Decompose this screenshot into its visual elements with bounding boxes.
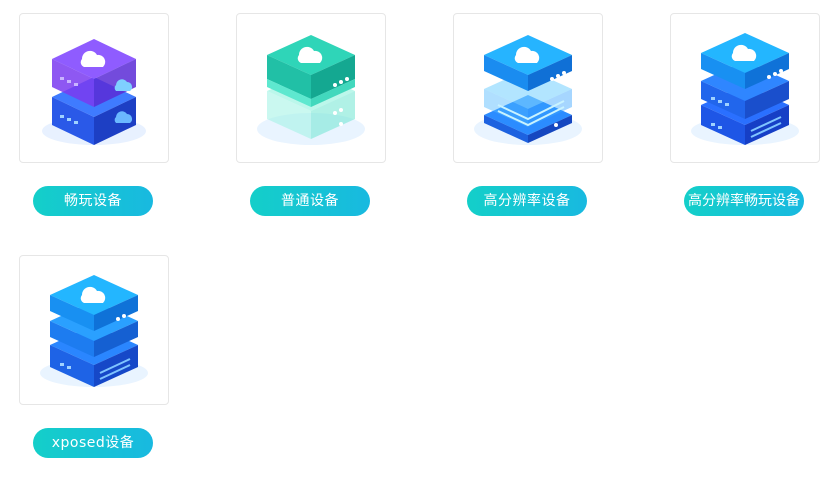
device-type-grid: 畅玩设备 普通设备 高分辨率设备 高分辨率畅玩设备 xposed设备 [0, 0, 840, 482]
device-label-normal[interactable]: 普通设备 [250, 186, 370, 216]
device-label-highres[interactable]: 高分辨率设备 [467, 186, 587, 216]
device-label-xposed[interactable]: xposed设备 [33, 428, 153, 458]
server-cube-purple-icon [42, 39, 146, 145]
server-cube-teal-icon [257, 35, 365, 145]
device-card-play[interactable] [19, 13, 169, 163]
device-card-highres-play[interactable] [670, 13, 820, 163]
device-card-xposed[interactable] [19, 255, 169, 405]
device-card-normal[interactable] [236, 13, 386, 163]
server-cube-highres-play-icon [691, 33, 799, 145]
device-label-highres-play[interactable]: 高分辨率畅玩设备 [684, 186, 804, 216]
device-label-play[interactable]: 畅玩设备 [33, 186, 153, 216]
server-cube-highres-icon [474, 35, 582, 145]
server-cube-xposed-icon [40, 275, 148, 387]
device-card-highres[interactable] [453, 13, 603, 163]
